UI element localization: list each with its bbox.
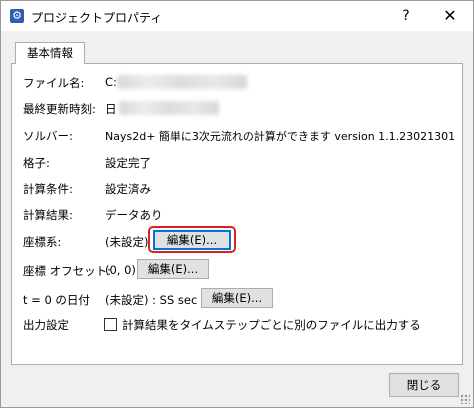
resize-grip-icon[interactable] xyxy=(460,394,470,404)
coord-offset-label: 座標 オフセット: xyxy=(23,264,112,278)
t0-date-value: (未設定) : SS sec xyxy=(105,293,198,307)
calc-condition-label: 計算条件: xyxy=(23,182,73,196)
calc-result-value: データあり xyxy=(105,208,163,222)
dialog-title: プロジェクトプロパティ xyxy=(31,11,163,25)
solver-value: Nays2d+ 簡単に3次元流れの計算ができます version 1.1.230… xyxy=(105,130,456,143)
grid-value: 設定完了 xyxy=(105,156,151,170)
output-per-timestep-label[interactable]: 計算結果をタイムステップごとに別のファイルに出力する xyxy=(122,317,421,333)
grid-label: 格子: xyxy=(23,156,50,170)
output-per-timestep-checkbox[interactable] xyxy=(104,318,117,331)
title-bar: ⚙ プロジェクトプロパティ ? ✕ xyxy=(1,1,473,31)
coord-system-edit-button[interactable]: 編集(E)... xyxy=(153,230,231,250)
calc-result-label: 計算結果: xyxy=(23,208,73,222)
close-button[interactable]: 閉じる xyxy=(389,373,459,397)
filename-label: ファイル名: xyxy=(23,76,85,90)
calc-condition-value: 設定済み xyxy=(105,182,151,196)
project-properties-dialog: ⚙ プロジェクトプロパティ ? ✕ 基本情報 ファイル名: C: 最終更新時刻:… xyxy=(0,0,474,408)
output-settings-label: 出力設定 xyxy=(23,318,69,332)
modified-redacted xyxy=(119,101,219,115)
coord-offset-value: (0, 0) xyxy=(105,263,136,277)
help-button[interactable]: ? xyxy=(395,6,417,26)
coord-system-value: (未設定) xyxy=(105,235,149,249)
app-gear-icon: ⚙ xyxy=(10,9,24,23)
coord-offset-edit-button[interactable]: 編集(E)... xyxy=(137,259,209,279)
filename-redacted xyxy=(117,75,247,89)
filename-value: C: xyxy=(105,75,117,89)
t0-date-edit-button[interactable]: 編集(E)... xyxy=(201,288,273,308)
modified-value: 日 xyxy=(105,102,117,116)
tab-basic-info[interactable]: 基本情報 xyxy=(15,42,85,64)
t0-date-label: t = 0 の日付 xyxy=(23,293,90,307)
coord-system-label: 座標系: xyxy=(23,235,62,249)
solver-label: ソルバー: xyxy=(23,129,73,143)
close-icon[interactable]: ✕ xyxy=(439,6,461,26)
modified-label: 最終更新時刻: xyxy=(23,102,96,116)
